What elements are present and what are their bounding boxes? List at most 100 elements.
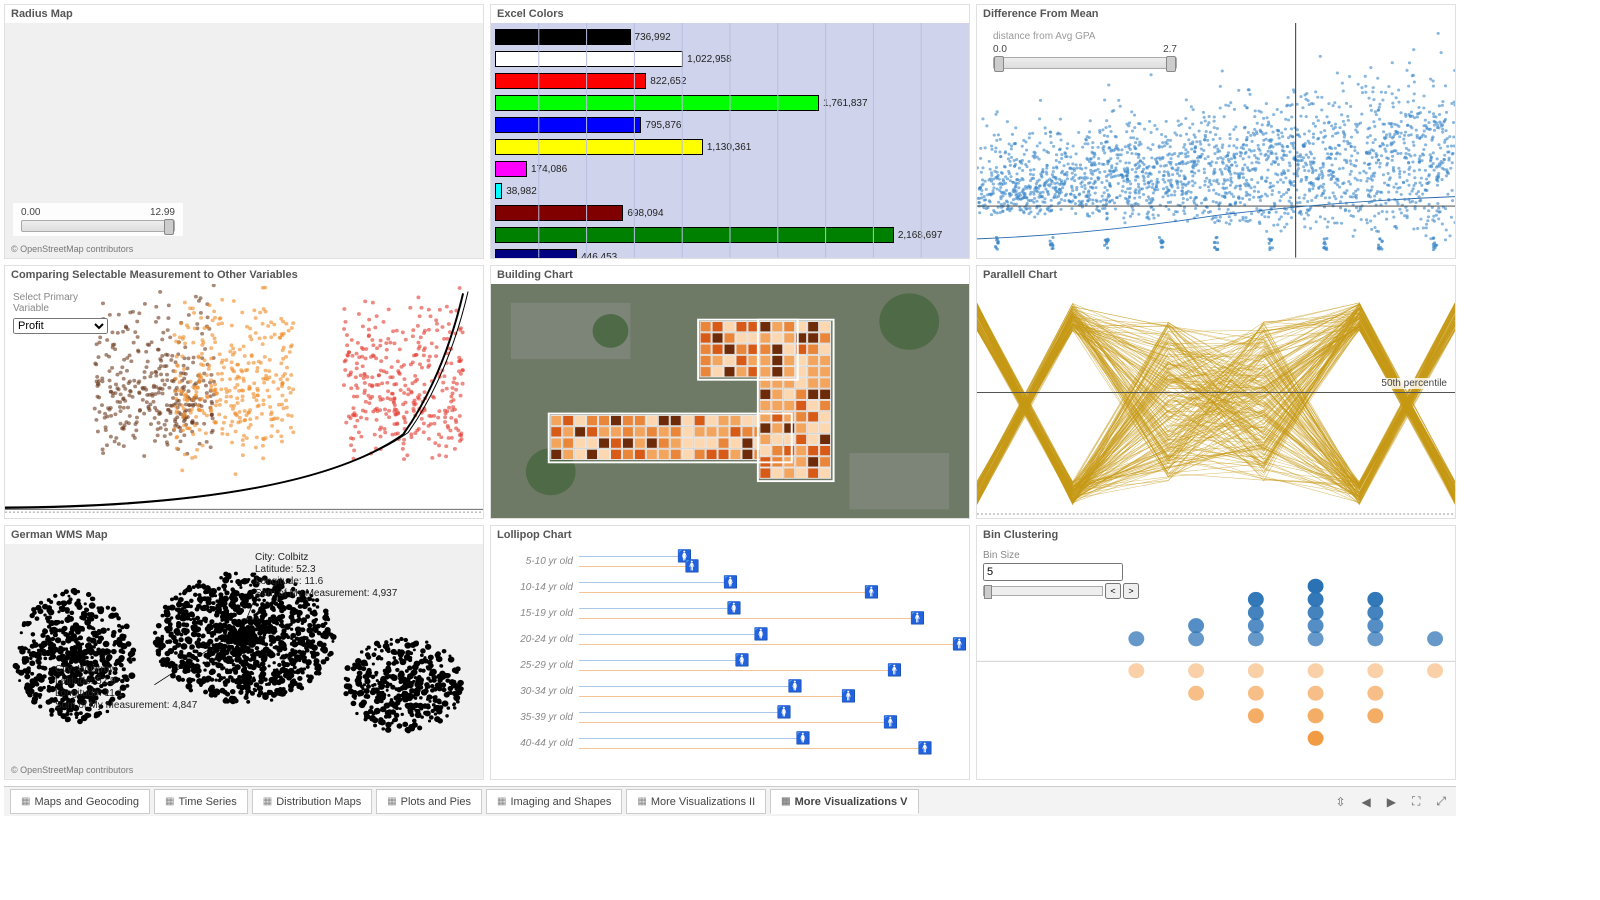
male-icon: 🚹	[864, 586, 879, 598]
fullscreen-icon[interactable]: ⤢	[1432, 792, 1450, 811]
bar[interactable]	[495, 227, 894, 243]
lollipop-category-label: 25-29 yr old	[499, 660, 579, 671]
male-icon: 🚹	[887, 664, 902, 676]
sheet-icon: ▦	[165, 796, 174, 807]
excel-bar-row[interactable]: 174,086	[495, 159, 965, 179]
excel-colors-grid: 736,992 1,022,958822,652 1,761,837 795,876 1…	[491, 23, 969, 258]
lollipop-body[interactable]: 5-10 yr old 🚺 🚹 10-14 yr old 🚺 🚹 15-19 y…	[491, 544, 969, 779]
bar[interactable]	[495, 183, 502, 199]
bin-clustering-body[interactable]: Bin Size < >	[977, 544, 1455, 779]
sheet-tab[interactable]: ▦Maps and Geocoding	[10, 789, 150, 814]
lollipop-row[interactable]: 20-24 yr old 🚺 🚹	[499, 626, 961, 652]
male-icon: 🚹	[952, 638, 967, 650]
difference-body[interactable]: distance from Avg GPA 0.0 2.7	[977, 23, 1455, 258]
reference-line-50th	[977, 392, 1455, 393]
excel-bar-row[interactable]: 1,022,958	[495, 49, 965, 69]
male-icon: 🚹	[918, 742, 933, 754]
bar[interactable]	[495, 205, 623, 221]
bar-value-label: 736,992	[635, 32, 671, 43]
excel-bar-row[interactable]: 698,094	[495, 203, 965, 223]
bar[interactable]	[495, 95, 819, 111]
bin-step-next[interactable]: >	[1123, 583, 1139, 599]
reference-label-50th: 50th percentile	[1379, 378, 1449, 389]
lollipop-category-label: 35-39 yr old	[499, 712, 579, 723]
bar[interactable]	[495, 29, 631, 45]
radius-slider[interactable]: 0.00 12.99	[13, 203, 183, 236]
excel-bar-row[interactable]: 446,453	[495, 247, 965, 258]
lollipop-row[interactable]: 15-19 yr old 🚺 🚹	[499, 600, 961, 626]
fit-width-icon[interactable]: ⛶	[1408, 792, 1424, 811]
bar-value-label: 698,094	[627, 208, 663, 219]
parallel-chart-body[interactable]: 50th percentile	[977, 284, 1455, 519]
bar[interactable]	[495, 161, 527, 177]
radius-map-body[interactable]: 0.00 12.99 © OpenStreetMap contributors	[5, 23, 483, 258]
comparing-body[interactable]: Select Primary Variable Profit	[5, 284, 483, 519]
excel-bar-row[interactable]: 1,130,361	[495, 137, 965, 157]
difference-from-mean-panel: Difference From Mean distance from Avg G…	[976, 4, 1456, 259]
lollipop-category-label: 40-44 yr old	[499, 738, 579, 749]
tab-scroll-right-icon[interactable]: ▶	[1383, 793, 1400, 811]
lollipop-row[interactable]: 30-34 yr old 🚺 🚹	[499, 678, 961, 704]
excel-bar-row[interactable]: 736,992	[495, 27, 965, 47]
excel-bar-row[interactable]: 2,168,697	[495, 225, 965, 245]
lollipop-row[interactable]: 10-14 yr old 🚺 🚹	[499, 574, 961, 600]
slider-max: 12.99	[150, 207, 175, 218]
excel-bar-row[interactable]: 795,876	[495, 115, 965, 135]
female-icon: 🚺	[754, 628, 769, 640]
bar-value-label: 2,168,697	[898, 230, 943, 241]
dashboard: Radius Map 0.00 12.99 © OpenStreetM	[0, 0, 1460, 820]
parallel-chart-panel: Parallell Chart 50th percentile	[976, 265, 1456, 520]
sheet-tab[interactable]: ▦More Visualizations V	[770, 789, 918, 814]
bin-step-prev[interactable]: <	[1105, 583, 1121, 599]
lollipop-track: 🚺 🚹	[579, 730, 961, 756]
map-credit: © OpenStreetMap contributors	[11, 244, 133, 254]
sheet-tab[interactable]: ▦ Time Series	[154, 789, 248, 814]
sheet-tab[interactable]: ▦More Visualizations II	[626, 789, 766, 814]
excel-bar-row[interactable]: 38,982	[495, 181, 965, 201]
tab-label: Time Series	[178, 796, 236, 808]
building-chart-body[interactable]	[491, 284, 969, 519]
bar[interactable]	[495, 117, 641, 133]
lollipop-row[interactable]: 5-10 yr old 🚺 🚹	[499, 548, 961, 574]
bar[interactable]	[495, 249, 577, 258]
building-chart-panel: Building Chart	[490, 265, 970, 520]
bar[interactable]	[495, 73, 646, 89]
lollipop-row[interactable]: 40-44 yr old 🚺 🚹	[499, 730, 961, 756]
female-icon: 🚺	[723, 576, 738, 588]
lollipop-row[interactable]: 35-39 yr old 🚺 🚹	[499, 704, 961, 730]
lollipop-row[interactable]: 25-29 yr old 🚺 🚹	[499, 652, 961, 678]
excel-colors-panel: Excel Colors 736,9921,022,958822,6521,76…	[490, 4, 970, 259]
sheet-tab[interactable]: ▦ Distribution Maps	[252, 789, 372, 814]
excel-bar-row[interactable]: 822,652	[495, 71, 965, 91]
excel-colors-body[interactable]: 736,992 1,022,958822,652 1,761,837 795,876 1…	[491, 23, 969, 258]
panel-title: Difference From Mean	[977, 5, 1455, 23]
male-icon: 🚹	[883, 716, 898, 728]
lollipop-category-label: 20-24 yr old	[499, 634, 579, 645]
german-wms-body[interactable]: City: Colbitz Latitude: 52.3 Longitude: …	[5, 544, 483, 779]
bin-size-input[interactable]	[983, 563, 1123, 581]
panel-title: Comparing Selectable Measurement to Othe…	[5, 266, 483, 284]
bar[interactable]	[495, 139, 703, 155]
sheet-icon: ▦	[497, 796, 506, 807]
sheet-tab[interactable]: ▦Plots and Pies	[376, 789, 482, 814]
lollipop-track: 🚺 🚹	[579, 574, 961, 600]
sheet-icon: ▦	[263, 796, 272, 807]
distance-slider[interactable]: distance from Avg GPA 0.0 2.7	[985, 27, 1185, 73]
lollipop-category-label: 30-34 yr old	[499, 686, 579, 697]
tab-label: Distribution Maps	[276, 796, 361, 808]
bin-size-slider[interactable]	[983, 586, 1103, 596]
sheet-tab[interactable]: ▦Imaging and Shapes	[486, 789, 622, 814]
excel-bar-row[interactable]: 1,761,837	[495, 93, 965, 113]
bar[interactable]	[495, 51, 683, 67]
parallel-svg	[977, 284, 1455, 519]
sheet-tabs: ▦Maps and Geocoding ▦ Time Series ▦ Distribu…	[4, 786, 1456, 816]
bar-value-label: 1,761,837	[823, 98, 868, 109]
bar-value-label: 446,453	[581, 252, 617, 258]
bar-value-label: 795,876	[645, 120, 681, 131]
german-wms-svg	[5, 544, 483, 779]
female-icon: 🚺	[727, 602, 742, 614]
female-icon: 🚺	[796, 732, 811, 744]
tab-scroll-updown-icon[interactable]: ⇳	[1331, 793, 1349, 811]
tab-scroll-left-icon[interactable]: ◀	[1358, 793, 1375, 811]
primary-variable-select[interactable]: Profit	[13, 318, 108, 334]
